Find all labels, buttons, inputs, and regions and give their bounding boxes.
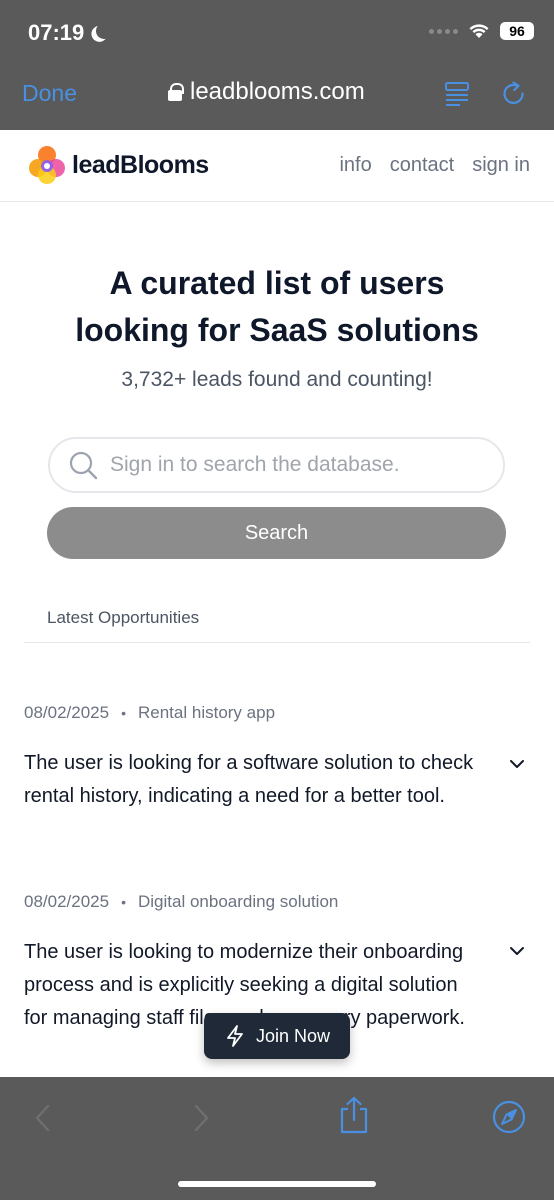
reader-mode-icon[interactable] [444, 80, 470, 108]
lead-category: Digital onboarding solution [138, 892, 339, 911]
back-icon[interactable] [32, 1103, 52, 1133]
nav-info-link[interactable]: info [339, 154, 371, 177]
clock: 07:19 [28, 20, 85, 45]
search-field[interactable] [48, 437, 505, 493]
logo-text: leadBlooms [72, 150, 209, 179]
status-indicators: 96 [429, 22, 534, 40]
address-bar[interactable]: leadblooms.com [168, 78, 365, 106]
wifi-icon [469, 24, 489, 38]
status-time: 07:19 [28, 20, 106, 46]
site-header: leadBlooms info contact sign in [0, 130, 554, 202]
bullet-separator: • [121, 894, 126, 910]
lock-icon [168, 83, 184, 101]
nav-contact-link[interactable]: contact [390, 154, 454, 177]
nav-sign-in-link[interactable]: sign in [472, 154, 530, 177]
lead-count-subtitle: 3,732+ leads found and counting! [121, 368, 433, 391]
lead-category: Rental history app [138, 703, 276, 722]
join-now-label: Join Now [255, 1025, 331, 1046]
share-icon[interactable] [338, 1095, 370, 1135]
search-input[interactable] [110, 453, 470, 477]
join-now-button[interactable]: Join Now [204, 1013, 350, 1059]
bullet-separator: • [121, 705, 126, 721]
logo[interactable]: leadBlooms [26, 144, 209, 186]
title-line-2: looking for SaaS solutions [75, 312, 479, 348]
page-title: A curated list of users looking for SaaS… [0, 260, 554, 354]
forward-icon[interactable] [192, 1103, 212, 1133]
compass-icon[interactable] [492, 1100, 526, 1134]
home-indicator[interactable] [178, 1181, 376, 1187]
lead-meta: 08/02/2025 • Digital onboarding solution [24, 892, 530, 912]
chevron-down-icon[interactable] [508, 942, 526, 960]
lead-date: 08/02/2025 [24, 892, 110, 911]
chevron-down-icon[interactable] [508, 755, 526, 773]
search-icon [69, 451, 98, 480]
lightning-icon [227, 1025, 243, 1047]
lead-date: 08/02/2025 [24, 703, 110, 722]
lead-item[interactable]: 08/02/2025 • Rental history app The user… [24, 703, 530, 813]
browser-top-chrome: 07:19 96 Done leadblooms.com [0, 0, 554, 130]
url-text: leadblooms.com [190, 78, 365, 105]
moon-icon [95, 22, 114, 41]
title-line-1: A curated list of users [109, 265, 445, 301]
divider [24, 642, 530, 643]
flower-logo-icon [29, 146, 65, 184]
signal-icon [429, 28, 458, 34]
lead-meta: 08/02/2025 • Rental history app [24, 703, 530, 723]
section-title: Latest Opportunities [47, 608, 200, 627]
done-button[interactable]: Done [22, 80, 77, 107]
search-button[interactable]: Search [47, 507, 506, 559]
battery-indicator: 96 [500, 22, 534, 40]
site-nav: info contact sign in [339, 154, 530, 177]
reload-icon[interactable] [500, 80, 528, 108]
lead-description: The user is looking for a software solut… [24, 752, 474, 807]
